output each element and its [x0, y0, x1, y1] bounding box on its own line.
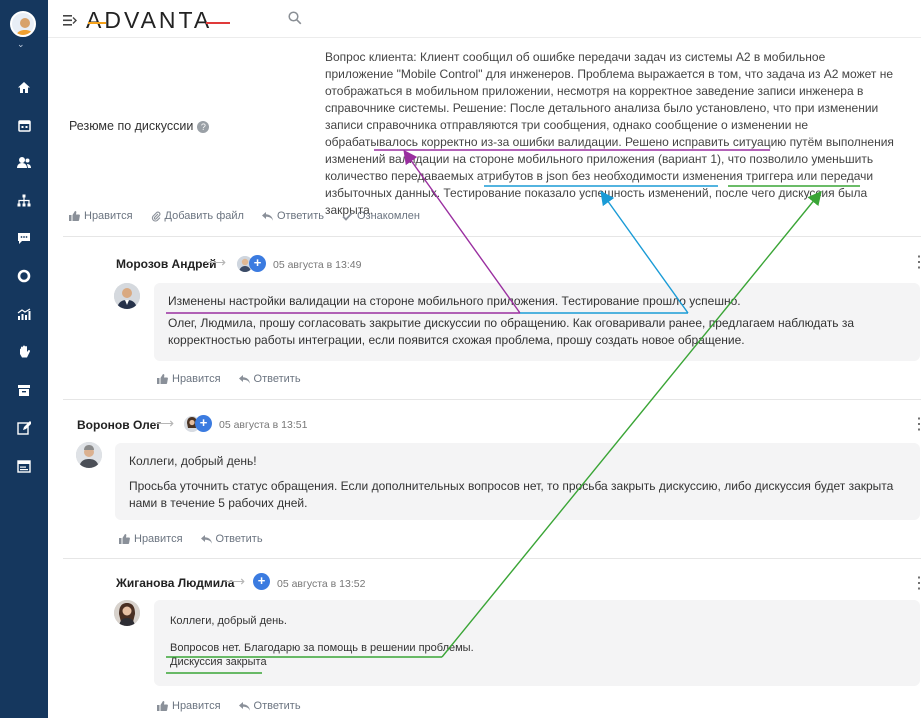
help-icon[interactable]: ?: [197, 121, 210, 133]
comment-line: Просьба уточнить статус обращения. Если …: [129, 479, 894, 510]
comment-line: Вопросов нет. Благодарю за помощь в реше…: [170, 642, 474, 654]
divider: [63, 558, 921, 559]
arrow-right-icon: ⟶: [206, 254, 227, 270]
users-icon[interactable]: [13, 151, 35, 173]
discussion-content: Резюме по дискуссии? Вопрос клиента: Кли…: [48, 38, 921, 718]
comment-author[interactable]: Жиганова Людмила: [116, 576, 234, 590]
logo-accent-red: [206, 22, 230, 24]
logo-accent-orange: [88, 22, 106, 24]
reply-label: Ответить: [276, 210, 324, 222]
chevron-down-icon[interactable]: ⌄: [17, 39, 25, 50]
hand-icon[interactable]: [13, 341, 35, 363]
divider: [63, 399, 921, 400]
summary-text: Вопрос клиента: Клиент сообщил об ошибке…: [325, 50, 894, 217]
reply-button[interactable]: Ответить: [238, 700, 301, 712]
calendar-icon[interactable]: [13, 114, 35, 136]
comment-actions: Нравится Ответить: [119, 533, 263, 545]
comment-bubble: Коллеги, добрый день! Просьба уточнить с…: [115, 443, 920, 520]
check-icon: [342, 211, 353, 221]
comment-author[interactable]: Воронов Олег: [77, 418, 161, 432]
like-label: Нравится: [134, 533, 183, 545]
comment-actions: Нравится Ответить: [157, 373, 301, 385]
reply-icon: [261, 212, 273, 221]
comment-line: Олег, Людмила, прошу согласовать закрыти…: [168, 316, 855, 347]
comment-author[interactable]: Морозов Андрей: [116, 257, 216, 271]
arrow-right-icon: ⟶: [154, 415, 175, 431]
divider: [63, 236, 921, 237]
summary-label-text: Резюме по дискуссии: [69, 119, 194, 133]
like-button[interactable]: Нравится: [157, 373, 221, 385]
reply-button[interactable]: Ответить: [261, 210, 324, 222]
thumbs-up-icon: [119, 534, 130, 544]
summary-label: Резюме по дискуссии?: [69, 119, 210, 133]
comment-actions: Нравится Ответить: [157, 700, 301, 712]
more-options-icon[interactable]: ⋮: [911, 255, 921, 271]
more-options-icon[interactable]: ⋮: [911, 576, 921, 592]
add-recipient-button[interactable]: +: [249, 255, 266, 272]
add-recipient-button[interactable]: +: [195, 415, 212, 432]
top-header: ADVANTA: [48, 0, 921, 38]
like-button[interactable]: Нравится: [119, 533, 183, 545]
edit-icon[interactable]: [13, 417, 35, 439]
comment-date: 05 августа в 13:49: [273, 259, 362, 271]
like-label: Нравится: [84, 210, 133, 222]
comment-line: Коллеги, добрый день!: [129, 454, 257, 468]
paperclip-icon: [151, 211, 160, 222]
attach-label: Добавить файл: [164, 210, 244, 222]
search-icon[interactable]: [288, 11, 302, 30]
cycle-icon[interactable]: [13, 265, 35, 287]
reply-label: Ответить: [253, 373, 301, 385]
thumbs-up-icon: [157, 701, 168, 711]
reply-icon: [238, 375, 250, 384]
analytics-icon[interactable]: [13, 303, 35, 325]
user-avatar[interactable]: [10, 11, 36, 37]
reply-label: Ответить: [253, 700, 301, 712]
summary-actions: Нравится Добавить файл Ответить Ознакомл…: [69, 210, 420, 222]
acknowledge-label: Ознакомлен: [356, 210, 421, 222]
avatar[interactable]: [114, 283, 140, 309]
structure-icon[interactable]: [13, 189, 35, 211]
thumbs-up-icon: [157, 374, 168, 384]
comment-bubble: Изменены настройки валидации на стороне …: [154, 283, 920, 361]
add-recipient-button[interactable]: +: [253, 573, 270, 590]
comment-date: 05 августа в 13:51: [219, 419, 308, 431]
attach-file-button[interactable]: Добавить файл: [151, 210, 244, 222]
comment-line: Дискуссия закрыта: [170, 656, 267, 668]
avatar[interactable]: [76, 442, 102, 468]
comment-line: Коллеги, добрый день.: [170, 615, 287, 627]
app-logo: ADVANTA: [86, 7, 213, 33]
avatar[interactable]: [114, 600, 140, 626]
sidebar: ⌄: [0, 0, 48, 718]
reply-icon: [200, 535, 212, 544]
like-button[interactable]: Нравится: [157, 700, 221, 712]
menu-toggle-icon[interactable]: [63, 13, 77, 26]
comment-bubble: Коллеги, добрый день. Вопросов нет. Благ…: [154, 600, 920, 686]
comment-date: 05 августа в 13:52: [277, 578, 366, 590]
thumbs-up-icon: [69, 211, 80, 221]
reply-button[interactable]: Ответить: [238, 373, 301, 385]
more-options-icon[interactable]: ⋮: [911, 417, 921, 433]
comment-line: Изменены настройки валидации на стороне …: [168, 294, 741, 308]
like-label: Нравится: [172, 373, 221, 385]
like-button[interactable]: Нравится: [69, 210, 133, 222]
acknowledge-button[interactable]: Ознакомлен: [342, 210, 420, 222]
like-label: Нравится: [172, 700, 221, 712]
archive-icon[interactable]: [13, 379, 35, 401]
arrow-right-icon: ⟶: [225, 573, 246, 589]
home-icon[interactable]: [13, 76, 35, 98]
reply-button[interactable]: Ответить: [200, 533, 263, 545]
document-icon[interactable]: [13, 455, 35, 477]
chat-icon[interactable]: [13, 227, 35, 249]
reply-label: Ответить: [215, 533, 263, 545]
reply-icon: [238, 702, 250, 711]
